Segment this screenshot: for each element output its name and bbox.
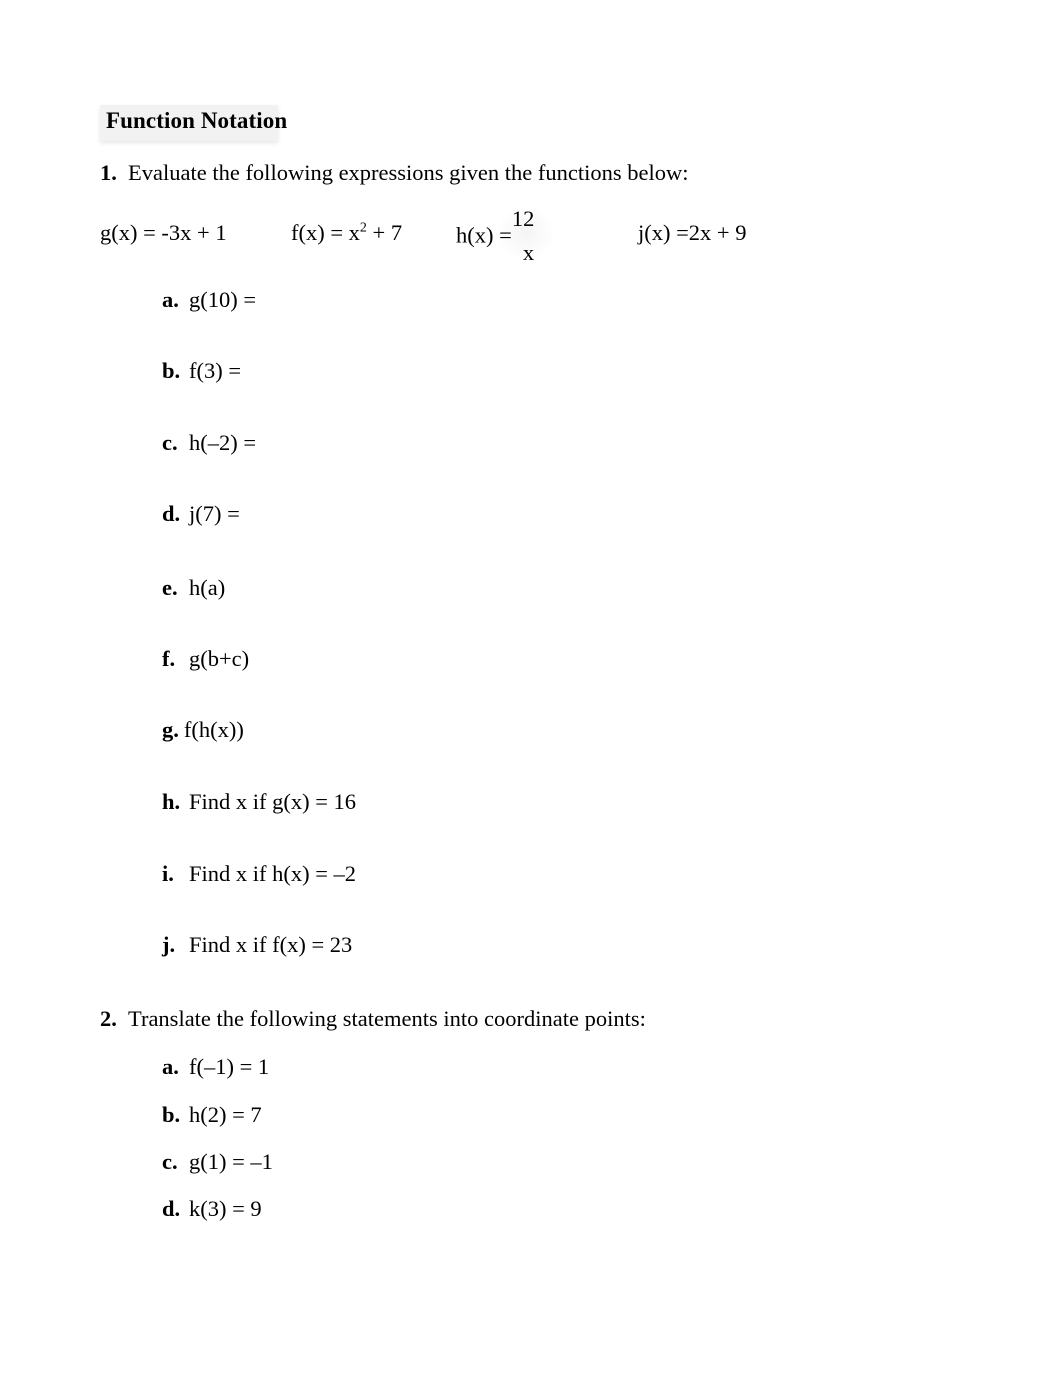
q2-item-c-marker: c. (162, 1149, 178, 1174)
question-2-item-a: a. f(–1) = 1 (162, 1054, 269, 1080)
question-1-item-f: f. g(b+c) (162, 646, 249, 672)
question-1-prompt: Evaluate the following expressions given… (128, 160, 689, 185)
question-1-item-g: g. f(h(x)) (162, 717, 244, 743)
fraction-denominator: x (522, 240, 535, 265)
item-h-text: Find x if g(x) = 16 (189, 789, 357, 814)
question-1-item-c: c. h(–2) = (162, 430, 256, 456)
function-definition-h: h(x) = 12 x (456, 206, 548, 265)
function-definition-j: j(x) =2x + 9 (638, 220, 747, 246)
q2-item-c-text: g(1) = –1 (189, 1149, 273, 1174)
question-1-number: 1. (100, 160, 117, 185)
function-j-text: j(x) =2x + 9 (638, 220, 747, 245)
question-1-item-h: h. Find x if g(x) = 16 (162, 789, 356, 815)
page-title-text: Function Notation (106, 108, 288, 133)
question-1-item-d: d. j(7) = (162, 501, 240, 527)
function-definition-g: g(x) = -3x + 1 (100, 220, 227, 246)
question-1-item-e: e. h(a) (162, 575, 225, 601)
question-2-item-c: c. g(1) = –1 (162, 1149, 273, 1175)
function-definition-f: f(x) = x2 + 7 (291, 220, 402, 246)
function-f-exponent: 2 (359, 220, 367, 236)
q2-item-d-text: k(3) = 9 (189, 1196, 262, 1221)
question-1-item-b: b. f(3) = (162, 358, 241, 384)
question-1-item-i: i. Find x if h(x) = –2 (162, 861, 356, 887)
function-f-rhs: + 7 (366, 220, 403, 245)
fraction-12-over-x: 12 x (512, 206, 548, 265)
item-c-marker: c. (162, 430, 178, 455)
question-1-item-a: a. g(10) = (162, 287, 256, 313)
function-h-lhs: h(x) = (456, 222, 512, 248)
question-2-item-d: d. k(3) = 9 (162, 1196, 262, 1222)
item-h-marker: h. (162, 789, 181, 814)
item-j-marker: j. (162, 932, 176, 957)
item-a-marker: a. (162, 287, 179, 312)
question-2-item-b: b. h(2) = 7 (162, 1102, 262, 1128)
item-f-text: g(b+c) (189, 646, 250, 671)
q2-item-b-text: h(2) = 7 (189, 1102, 262, 1127)
item-e-text: h(a) (189, 575, 226, 600)
item-a-text: g(10) = (189, 287, 257, 312)
q2-item-a-marker: a. (162, 1054, 179, 1079)
item-g-marker: g. (162, 717, 179, 742)
q2-item-b-marker: b. (162, 1102, 181, 1127)
fraction-numerator: 12 (511, 206, 535, 231)
function-g-text: g(x) = -3x + 1 (100, 220, 227, 245)
question-1-item-j: j. Find x if f(x) = 23 (162, 932, 352, 958)
item-d-marker: d. (162, 501, 181, 526)
function-f-lhs: f(x) = x (291, 220, 360, 245)
question-1: 1. Evaluate the following expressions giv… (100, 160, 689, 186)
q2-item-a-text: f(–1) = 1 (189, 1054, 270, 1079)
item-g-text: f(h(x)) (183, 717, 244, 742)
question-2-number: 2. (100, 1006, 117, 1031)
worksheet-page: Function Notation 1. Evaluate the followi… (0, 0, 1062, 1377)
item-b-marker: b. (162, 358, 181, 383)
item-e-marker: e. (162, 575, 178, 600)
item-b-text: f(3) = (189, 358, 242, 383)
page-title: Function Notation (100, 105, 287, 141)
item-i-text: Find x if h(x) = –2 (189, 861, 357, 886)
item-c-text: h(–2) = (189, 430, 257, 455)
item-j-text: Find x if f(x) = 23 (189, 932, 353, 957)
item-i-marker: i. (162, 861, 174, 886)
q2-item-d-marker: d. (162, 1196, 181, 1221)
item-f-marker: f. (162, 646, 176, 671)
question-2: 2. Translate the following statements int… (100, 1006, 646, 1032)
question-2-prompt: Translate the following statements into … (128, 1006, 646, 1031)
item-d-text: j(7) = (189, 501, 240, 526)
